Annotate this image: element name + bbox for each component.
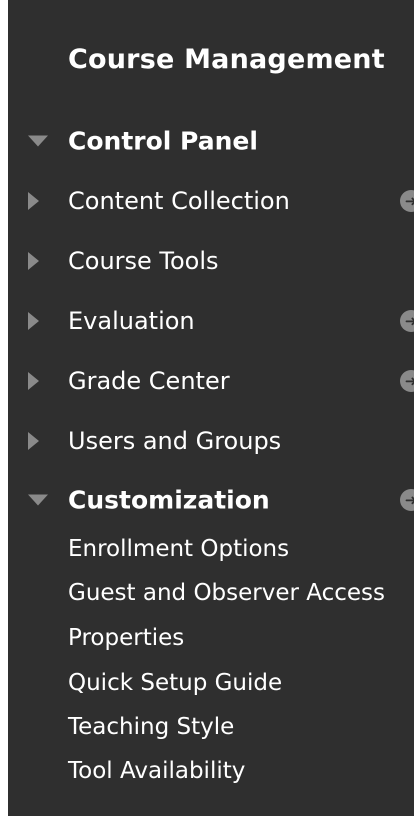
triangle-right-icon[interactable] bbox=[28, 372, 39, 390]
panel-title: Course Management bbox=[68, 44, 385, 75]
circle-arrow-icon[interactable]: ➜ bbox=[400, 190, 414, 212]
triangle-right-icon[interactable] bbox=[28, 192, 39, 210]
section-customization[interactable]: Customization ➜ bbox=[8, 478, 414, 522]
menu-item-label: Course Tools bbox=[68, 247, 219, 275]
submenu-item-properties[interactable]: Properties bbox=[68, 625, 184, 651]
menu-item-evaluation[interactable]: Evaluation ➜ bbox=[8, 299, 414, 343]
submenu-item-quick-setup-guide[interactable]: Quick Setup Guide bbox=[68, 670, 282, 696]
menu-item-course-tools[interactable]: Course Tools bbox=[8, 239, 414, 283]
triangle-down-icon[interactable] bbox=[28, 135, 48, 147]
submenu-item-guest-observer-access[interactable]: Guest and Observer Access bbox=[68, 580, 385, 606]
menu-item-label: Grade Center bbox=[68, 367, 230, 395]
menu-item-label: Evaluation bbox=[68, 307, 195, 335]
menu-item-grade-center[interactable]: Grade Center ➜ bbox=[8, 359, 414, 403]
submenu-item-enrollment-options[interactable]: Enrollment Options bbox=[68, 536, 289, 562]
triangle-down-icon[interactable] bbox=[28, 494, 48, 506]
submenu-item-tool-availability[interactable]: Tool Availability bbox=[68, 758, 245, 784]
submenu-item-teaching-style[interactable]: Teaching Style bbox=[68, 714, 234, 740]
section-label: Control Panel bbox=[68, 126, 258, 156]
menu-item-users-and-groups[interactable]: Users and Groups bbox=[8, 419, 414, 463]
circle-arrow-icon[interactable]: ➜ bbox=[400, 489, 414, 511]
menu-item-label: Content Collection bbox=[68, 187, 290, 215]
course-management-panel: Course Management Control Panel Content … bbox=[8, 0, 414, 816]
section-label: Customization bbox=[68, 485, 270, 515]
triangle-right-icon[interactable] bbox=[28, 432, 39, 450]
triangle-right-icon[interactable] bbox=[28, 252, 39, 270]
triangle-right-icon[interactable] bbox=[28, 312, 39, 330]
section-control-panel[interactable]: Control Panel bbox=[8, 119, 414, 163]
circle-arrow-icon[interactable]: ➜ bbox=[400, 370, 414, 392]
menu-item-label: Users and Groups bbox=[68, 427, 282, 455]
circle-arrow-icon[interactable]: ➜ bbox=[400, 310, 414, 332]
menu-item-content-collection[interactable]: Content Collection ➜ bbox=[8, 179, 414, 223]
